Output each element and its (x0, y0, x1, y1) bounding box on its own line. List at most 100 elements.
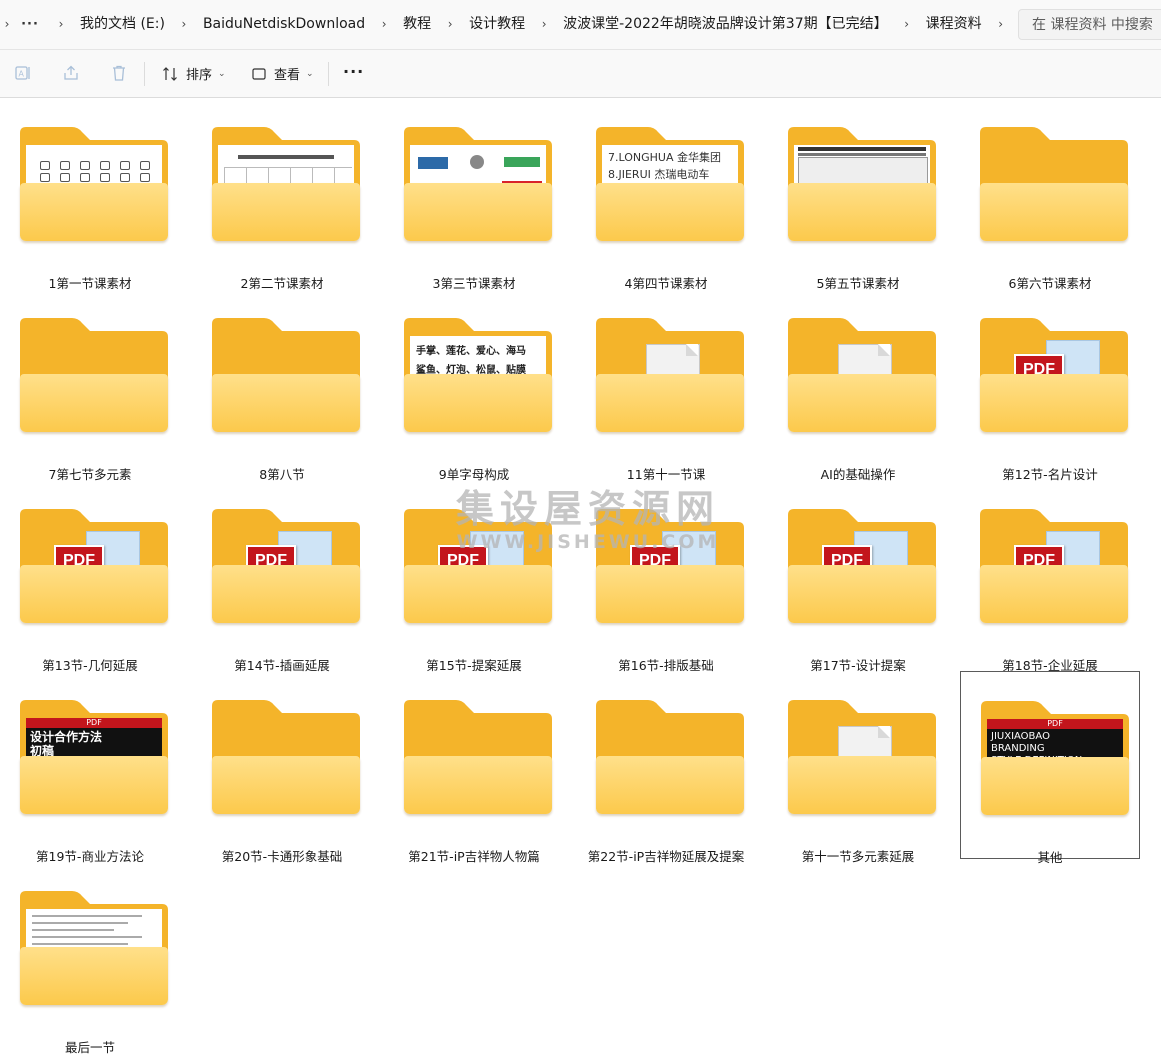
logo-thumb (80, 173, 90, 182)
folder-item[interactable]: 1第一节课素材 (0, 98, 180, 291)
chevron-right-icon[interactable]: › (435, 0, 465, 49)
folder-icon (20, 891, 168, 1009)
folder-item[interactable]: 8第八节 (192, 289, 372, 482)
folder-item[interactable]: PDF 设计合作方法 初稿 第19节-商业方法论 (0, 671, 180, 864)
text-line (32, 936, 142, 938)
folder-item[interactable]: PDF 第16节-排版基础 (576, 480, 756, 673)
preview-line: 7.LONGHUA 金华集团 (608, 151, 721, 164)
breadcrumb-overflow-button[interactable]: ··· (14, 0, 46, 49)
folder-front-icon (980, 374, 1128, 432)
logo-thumb (140, 173, 150, 182)
logo-thumb (100, 173, 110, 182)
folder-item[interactable]: 6第六节课素材 (960, 98, 1140, 291)
command-bar: A 排序 ⌄ 查看 ⌄ ··· (0, 50, 1161, 98)
breadcrumb-item-baidu[interactable]: BaiduNetdiskDownload (199, 0, 369, 49)
view-button[interactable]: 查看 ⌄ (252, 50, 314, 97)
pdf-badge: PDF (26, 718, 162, 728)
folder-name: 其他 (1037, 850, 1063, 865)
folder-front-icon (212, 756, 360, 814)
folder-front-icon (20, 756, 168, 814)
folder-icon (404, 700, 552, 818)
folder-front-icon (20, 374, 168, 432)
breadcrumb-item-course[interactable]: 波波课堂-2022年胡晓波品牌设计第37期【已完结】 (559, 0, 892, 49)
folder-item[interactable]: 第20节-卡通形象基础 (192, 671, 372, 864)
folder-item[interactable]: 3第三节课素材 (384, 98, 564, 291)
folder-name: 第22节-iP吉祥物延展及提案 (587, 849, 745, 864)
folder-item[interactable]: AI的基础操作 (768, 289, 948, 482)
chevron-right-icon[interactable]: › (986, 0, 1016, 49)
text-line (32, 943, 128, 945)
folder-icon: 7.LONGHUA 金华集团8.JIERUI 杰瑞电动车9.WINKE 莱... (596, 127, 744, 245)
folder-front-icon (596, 374, 744, 432)
screen-bar (798, 147, 926, 151)
folder-front-icon (404, 374, 552, 432)
folder-icon (596, 318, 744, 436)
folder-icon: PDF (980, 318, 1128, 436)
toolbar-divider (328, 62, 329, 86)
folder-item[interactable]: PDF 第14节-插画延展 (192, 480, 372, 673)
folder-front-icon (212, 374, 360, 432)
page-fold-icon (686, 344, 698, 356)
svg-text:A: A (19, 70, 25, 79)
search-input[interactable]: 在 课程资料 中搜索 (1018, 9, 1161, 40)
breadcrumb-item-tutorials[interactable]: 教程 (399, 0, 435, 49)
breadcrumb-item-materials[interactable]: 课程资料 (922, 0, 986, 49)
delete-icon[interactable] (110, 64, 128, 82)
folder-front-icon (20, 947, 168, 1005)
folder-item[interactable]: 5第五节课素材 (768, 98, 948, 291)
breadcrumb-item-design[interactable]: 设计教程 (465, 0, 529, 49)
view-icon (252, 67, 266, 80)
file-grid: 1第一节课素材 2第二节课素材 3第三节课素材 7.LONGHUA 金华集团 8.JIE… (0, 98, 1161, 1063)
cover-line: JIUXIAOBAO (991, 731, 1050, 742)
folder-front-icon (404, 565, 552, 623)
preview-line: 8.JIERUI 杰瑞电动车 (608, 168, 710, 181)
logo-thumb (504, 157, 540, 167)
folder-item[interactable]: PDF 第13节-几何延展 (0, 480, 180, 673)
chevron-down-icon: ⌄ (306, 68, 314, 79)
chevron-right-icon[interactable]: › (529, 0, 559, 49)
toolbar-divider (144, 62, 145, 86)
folder-item[interactable]: PDFJIUXIAOBAOBRANDINGSTYLE DEFINITION其他 (960, 671, 1140, 865)
folder-icon: PDF 设计合作方法 初稿 (20, 700, 168, 818)
folder-item[interactable]: 第21节-iP吉祥物人物篇 (384, 671, 564, 864)
folder-icon (788, 318, 936, 436)
folder-icon (788, 700, 936, 818)
rename-icon[interactable]: A (14, 64, 32, 82)
chevron-right-icon[interactable]: › (369, 0, 399, 49)
folder-icon: 手掌、莲花、爱心、海马鲨鱼、灯泡、松鼠、贴膜鞋... (404, 318, 552, 436)
folder-item[interactable]: PDF 第12节-名片设计 (960, 289, 1140, 482)
sort-button[interactable]: 排序 ⌄ (162, 50, 226, 97)
folder-icon (596, 700, 744, 818)
folder-icon (404, 127, 552, 245)
logo-thumb (40, 161, 50, 170)
preview-line: 手掌、莲花、爱心、海马 (416, 346, 526, 357)
folder-item[interactable]: 11第十一节课 (576, 289, 756, 482)
table-divider (224, 167, 352, 168)
cover-line: 设计合作方法 (30, 730, 103, 744)
chevron-right-icon[interactable]: › (0, 0, 14, 49)
folder-item[interactable]: PDF 第17节-设计提案 (768, 480, 948, 673)
share-icon[interactable] (62, 64, 80, 82)
folder-item[interactable]: 第十一节多元素延展 (768, 671, 948, 864)
folder-name: 最后一节 (64, 1040, 115, 1055)
folder-item[interactable]: 第22节-iP吉祥物延展及提案 (576, 671, 756, 864)
folder-item[interactable]: 2第二节课素材 (192, 98, 372, 291)
folder-item[interactable]: 7第七节多元素 (0, 289, 180, 482)
folder-icon (212, 318, 360, 436)
chevron-right-icon[interactable]: › (892, 0, 922, 49)
folder-item[interactable]: 7.LONGHUA 金华集团8.JIERUI 杰瑞电动车9.WINKE 莱...… (576, 98, 756, 291)
chevron-right-icon[interactable]: › (46, 0, 76, 49)
folder-item[interactable]: 最后一节 (0, 862, 180, 1055)
folder-front-icon (981, 757, 1129, 815)
chevron-down-icon: ⌄ (218, 68, 226, 79)
folder-front-icon (596, 183, 744, 241)
more-options-button[interactable]: ··· (343, 62, 364, 81)
folder-item[interactable]: 手掌、莲花、爱心、海马鲨鱼、灯泡、松鼠、贴膜鞋...9单字母构成 (384, 289, 564, 482)
chevron-right-icon[interactable]: › (169, 0, 199, 49)
logo-thumb (100, 161, 110, 170)
text-line (32, 915, 142, 917)
folder-icon: PDF (788, 509, 936, 627)
folder-item[interactable]: PDF 第18节-企业延展 (960, 480, 1140, 673)
breadcrumb-item-drive[interactable]: 我的文档 (E:) (76, 0, 169, 49)
folder-item[interactable]: PDF 第15节-提案延展 (384, 480, 564, 673)
